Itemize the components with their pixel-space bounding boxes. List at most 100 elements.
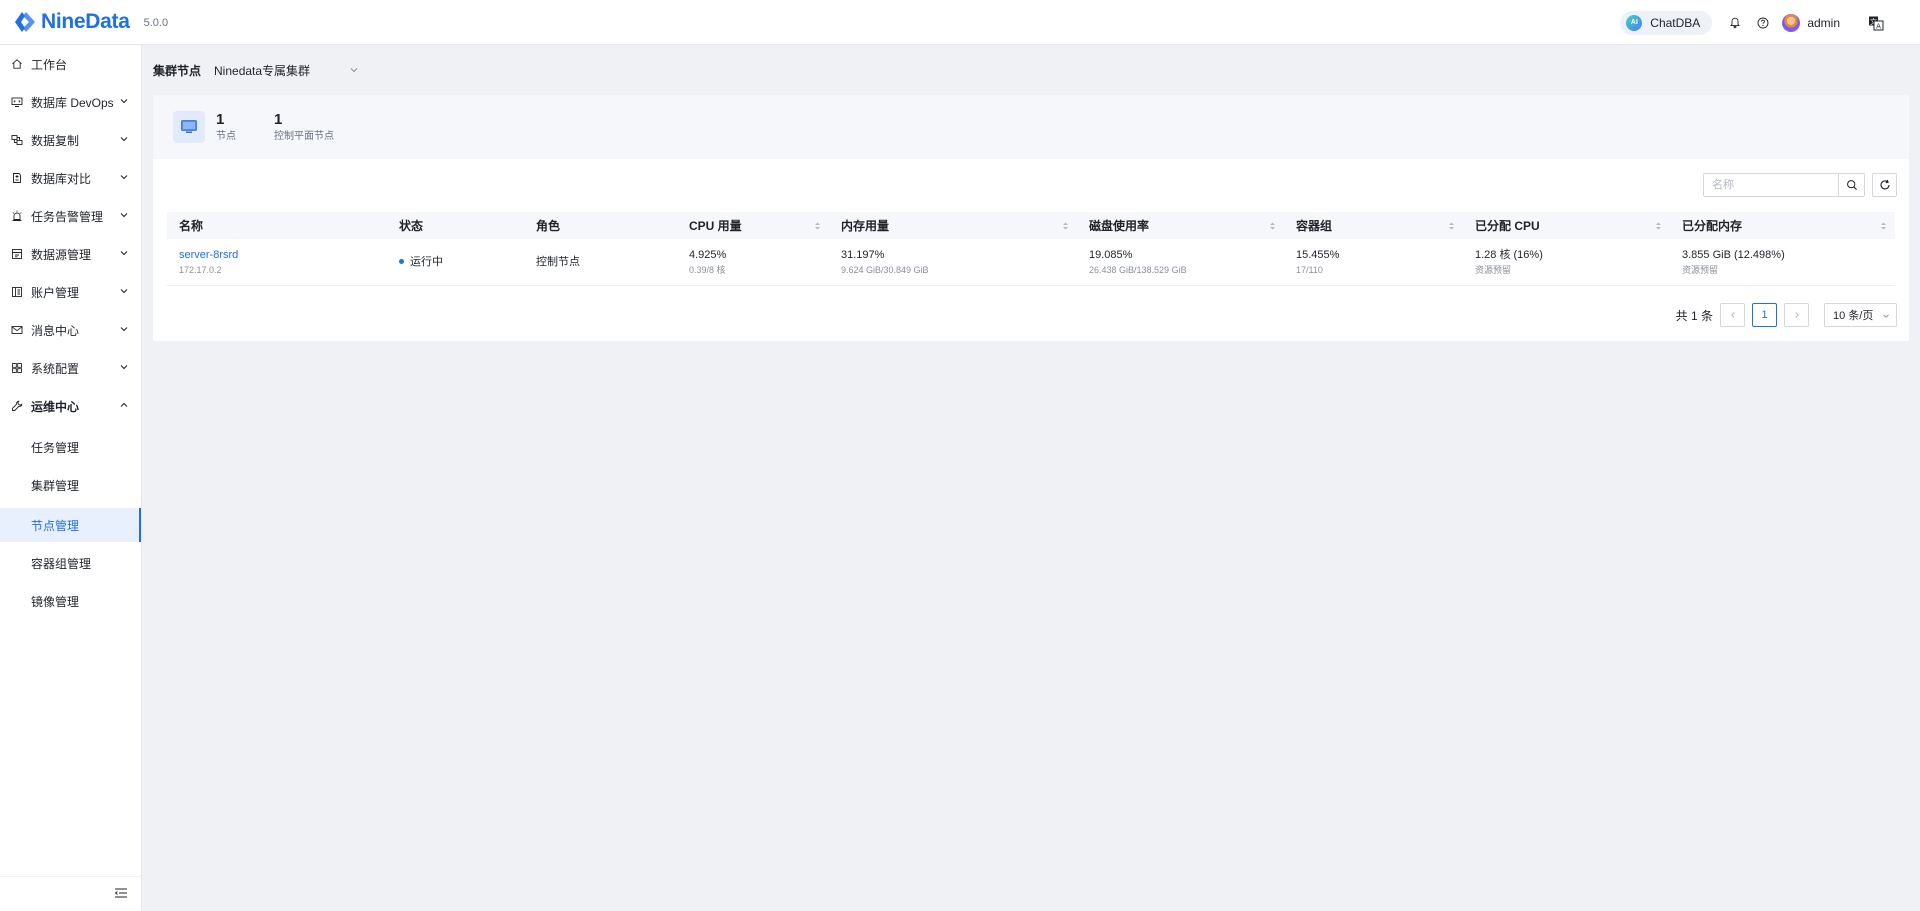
stat-control-value: 1 [274, 110, 283, 128]
page-button-1[interactable]: 1 [1752, 303, 1777, 327]
ninedata-logo-icon [15, 12, 35, 32]
chevron-down-icon [120, 213, 128, 218]
sidebar-item-devops[interactable]: 数据库 DevOps [0, 83, 141, 121]
allocated-memory-note: 资源预留 [1682, 264, 1719, 275]
sort-icon[interactable] [1448, 221, 1455, 231]
sidebar-subitem-pod-mgmt[interactable]: 容器组管理 [0, 546, 141, 580]
col-allocated-cpu[interactable]: 已分配 CPU [1463, 212, 1670, 239]
sidebar-item-label: 数据源管理 [31, 247, 92, 262]
node-panel: 1 节点 1 控制平面节点 名称 状态 角色 CPU 用量 内存用量 磁盘 [153, 95, 1909, 341]
replicate-icon [10, 133, 24, 147]
search-input[interactable] [1704, 174, 1838, 196]
sidebar-item-alarm[interactable]: 任务告警管理 [0, 197, 141, 235]
pods-count: 17/110 [1296, 264, 1323, 275]
search-box [1703, 173, 1865, 197]
sidebar-subitem-task-mgmt[interactable]: 任务管理 [0, 430, 141, 464]
stat-nodes-value: 1 [216, 110, 225, 128]
next-page-button[interactable] [1784, 303, 1809, 327]
col-disk-usage[interactable]: 磁盘使用率 [1077, 212, 1284, 239]
node-name-link[interactable]: server-8rsrd [179, 248, 387, 263]
sidebar-item-messages[interactable]: 消息中心 [0, 311, 141, 349]
cluster-select[interactable]: Ninedata专属集群 [214, 62, 359, 79]
table-row: server-8rsrd 172.17.0.2 运行中 控制节点 4.925% … [167, 239, 1895, 286]
chatdba-button[interactable]: AI ChatDBA [1620, 10, 1713, 35]
sidebar-item-account[interactable]: 账户管理 [0, 273, 141, 311]
col-memory-usage[interactable]: 内存用量 [829, 212, 1077, 239]
sidebar-subitem-image-mgmt[interactable]: 镜像管理 [0, 584, 141, 618]
prev-page-button[interactable] [1720, 303, 1745, 327]
sort-icon[interactable] [1062, 221, 1069, 231]
collapse-sidebar-icon[interactable] [113, 885, 129, 901]
chevron-right-icon [1794, 312, 1799, 318]
page-size-select[interactable]: 10 条/页 [1824, 303, 1897, 327]
pods-percent: 15.455% [1296, 248, 1340, 261]
mail-icon [10, 323, 24, 337]
cell-memory: 31.197% 9.624 GiB/30.849 GiB [829, 248, 1077, 277]
cell-role: 控制节点 [524, 255, 677, 270]
cpu-percent: 4.925% [689, 248, 727, 261]
sort-icon[interactable] [814, 221, 821, 231]
sidebar-subitem-cluster-mgmt[interactable]: 集群管理 [0, 468, 141, 502]
sort-icon[interactable] [1880, 221, 1887, 231]
language-switch-icon[interactable]: 文 A [1868, 15, 1884, 31]
sort-icon[interactable] [1655, 221, 1662, 231]
cell-cpu: 4.925% 0.39/8 核 [677, 248, 829, 277]
chevron-down-icon [120, 137, 128, 142]
refresh-icon [1880, 179, 1890, 190]
sidebar-item-label: 账户管理 [31, 285, 80, 300]
col-allocated-memory[interactable]: 已分配内存 [1670, 212, 1895, 239]
role-text: 控制节点 [536, 255, 580, 268]
sidebar-item-label: 工作台 [31, 57, 68, 72]
help-icon[interactable] [1754, 14, 1772, 32]
sidebar-item-system-config[interactable]: 系统配置 [0, 349, 141, 387]
logo-text: NineData [41, 10, 130, 33]
node-ip: 172.17.0.2 [179, 264, 222, 275]
sidebar-item-label: 系统配置 [31, 361, 80, 376]
status-dot [399, 259, 404, 265]
cell-status: 运行中 [387, 255, 524, 270]
chevron-left-icon [1730, 312, 1735, 318]
cell-name: server-8rsrd 172.17.0.2 [167, 248, 387, 277]
col-pods[interactable]: 容器组 [1284, 212, 1463, 239]
col-role: 角色 [536, 219, 561, 233]
sort-icon[interactable] [1269, 221, 1276, 231]
sidebar-item-workbench[interactable]: 工作台 [0, 45, 141, 83]
sidebar-item-replication[interactable]: 数据复制 [0, 121, 141, 159]
cell-disk: 19.085% 26.438 GiB/138.529 GiB [1077, 248, 1284, 277]
chevron-down-icon [120, 327, 128, 332]
top-header: NineData 5.0.0 AI ChatDBA admin 文 A [0, 0, 1920, 45]
sidebar-item-compare[interactable]: 数据库对比 [0, 159, 141, 197]
table-header: 名称 状态 角色 CPU 用量 内存用量 磁盘使用率 容器组 已分配 CPU 已… [167, 212, 1895, 239]
sidebar: 工作台 数据库 DevOps 数据复制 数据库对比 任务告警管理 数据源管理 账… [0, 45, 142, 911]
refresh-button[interactable] [1872, 173, 1897, 197]
wrench-icon [10, 399, 24, 413]
node-summary: 1 节点 1 控制平面节点 [153, 95, 1909, 159]
account-icon [10, 285, 24, 299]
logo[interactable]: NineData [13, 10, 130, 34]
user-avatar[interactable] [1782, 13, 1801, 32]
total-count: 共 1 条 [1675, 308, 1713, 323]
pagination: 共 1 条 1 10 条/页 [1676, 303, 1897, 327]
chevron-down-icon [1883, 314, 1889, 318]
search-button[interactable] [1838, 174, 1864, 196]
node-table: 名称 状态 角色 CPU 用量 内存用量 磁盘使用率 容器组 已分配 CPU 已… [167, 212, 1895, 286]
sidebar-item-ops-center[interactable]: 运维中心 [0, 387, 141, 425]
disk-amount: 26.438 GiB/138.529 GiB [1089, 264, 1187, 275]
version-label: 5.0.0 [143, 17, 169, 29]
col-cpu-usage[interactable]: CPU 用量 [677, 212, 829, 239]
page-size-value: 10 条/页 [1833, 310, 1874, 322]
sidebar-subitem-node-mgmt[interactable]: 节点管理 [0, 508, 141, 542]
stat-control-plane: 1 控制平面节点 [274, 111, 334, 144]
stat-control-label: 控制平面节点 [274, 130, 334, 142]
grid-icon [10, 361, 24, 375]
datasource-icon [10, 247, 24, 261]
allocated-memory-value: 3.855 GiB (12.498%) [1682, 248, 1785, 261]
user-name[interactable]: admin [1807, 16, 1840, 30]
sidebar-item-label: 消息中心 [31, 323, 80, 338]
notification-bell-icon[interactable] [1726, 14, 1744, 32]
sidebar-item-label: 运维中心 [31, 399, 80, 414]
chevron-up-icon [120, 402, 128, 407]
header-actions: AI ChatDBA admin 文 A [1620, 0, 1884, 45]
sidebar-item-datasource[interactable]: 数据源管理 [0, 235, 141, 273]
sidebar-item-label: 数据复制 [31, 133, 80, 148]
